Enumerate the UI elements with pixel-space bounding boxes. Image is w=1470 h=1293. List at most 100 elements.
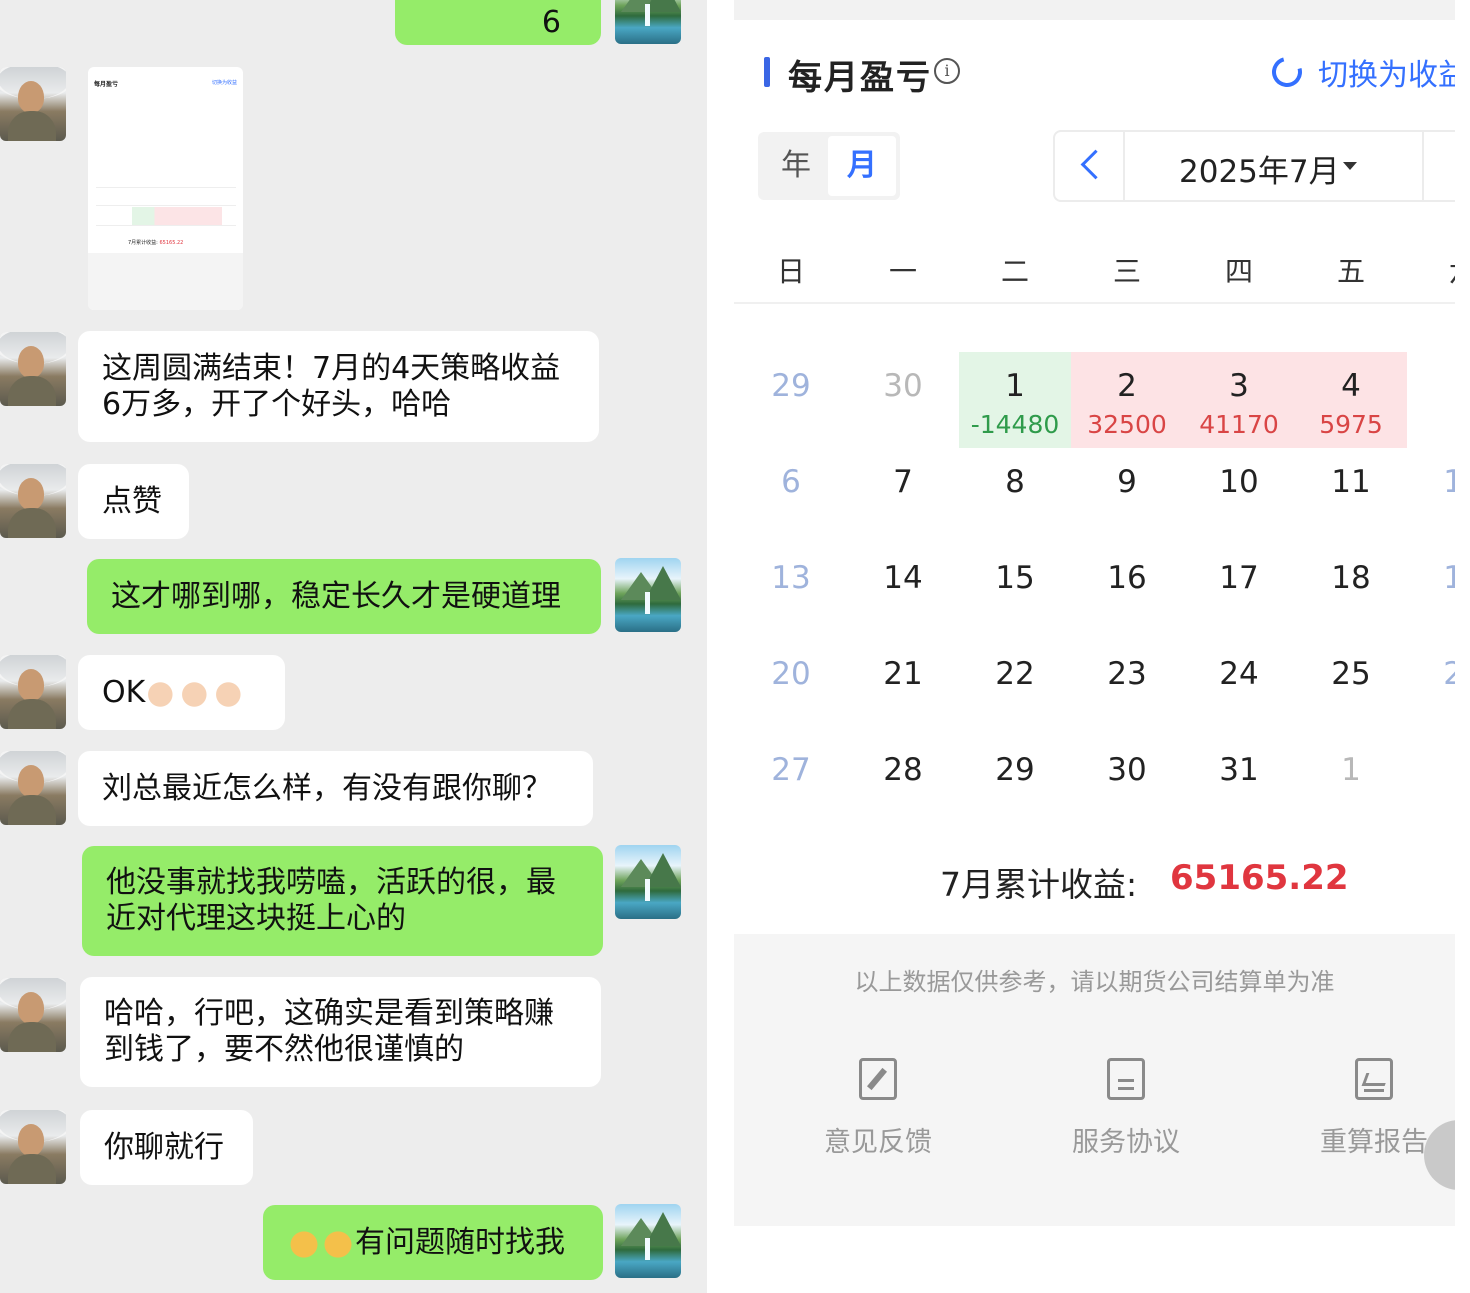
- day-number: 6: [781, 464, 801, 500]
- day-number: 22: [995, 656, 1035, 692]
- day-number: 18: [1331, 560, 1371, 596]
- switch-to-return-button[interactable]: 切换为收益: [1266, 50, 1455, 94]
- prev-month-button[interactable]: [1055, 132, 1125, 200]
- weekday-label: 三: [1112, 255, 1141, 288]
- calendar-day[interactable]: 21: [847, 640, 959, 736]
- contact-avatar[interactable]: [0, 978, 66, 1052]
- message-text: 这才哪到哪，稳定长久才是硬道理: [111, 578, 561, 614]
- segment-month[interactable]: 月: [828, 136, 896, 196]
- calendar-day[interactable]: 11: [1295, 448, 1407, 544]
- my-avatar[interactable]: [615, 558, 681, 632]
- service-agreement-label: 服务协议: [1072, 1127, 1180, 1158]
- chat-bubble-sent[interactable]: 这才哪到哪，稳定长久才是硬道理: [87, 559, 601, 634]
- calendar-day[interactable]: 26: [1407, 640, 1455, 736]
- my-avatar[interactable]: [615, 0, 681, 44]
- service-agreement-button[interactable]: 服务协议: [1046, 1058, 1206, 1159]
- calendar-day[interactable]: 29: [735, 352, 847, 448]
- calendar-day[interactable]: 13: [735, 544, 847, 640]
- calendar-day[interactable]: 27: [735, 736, 847, 832]
- day-number: 12: [1443, 464, 1455, 500]
- day-number: 19: [1443, 560, 1455, 596]
- calendar-day[interactable]: 18: [1295, 544, 1407, 640]
- weekday-label: 二: [1000, 255, 1029, 288]
- info-circle-icon[interactable]: i: [934, 58, 960, 84]
- calendar-day[interactable]: 8: [959, 448, 1071, 544]
- message-text: 这周圆满结束！7月的4天策略收益 6万多，开了个好头，哈哈: [102, 350, 561, 422]
- thumb-title: 每月盈亏: [94, 81, 119, 88]
- calendar-day[interactable]: 5: [1407, 352, 1455, 448]
- my-avatar[interactable]: [615, 1204, 681, 1278]
- screenshot-thumbnail[interactable]: 每月盈亏 切换为收益 7月累计收益: 65165.22: [88, 67, 243, 310]
- message-text: 他没事就找我唠嗑，活跃的很，最 近对代理这块挺上心的: [106, 865, 556, 936]
- month-picker-label[interactable]: 2025年7月: [1179, 146, 1340, 191]
- chat-bubble-partial[interactable]: 6: [395, 0, 601, 45]
- calendar-day[interactable]: 2: [1407, 736, 1455, 832]
- calendar-day[interactable]: 30: [847, 352, 959, 448]
- calendar-day[interactable]: 1: [1295, 736, 1407, 832]
- day-number: 28: [883, 752, 923, 788]
- day-number: 7: [893, 464, 913, 500]
- day-number: 10: [1219, 464, 1259, 500]
- my-avatar[interactable]: [615, 845, 681, 919]
- month-total-label: 7月累计收益:: [940, 865, 1138, 904]
- thumb-footer: [88, 253, 243, 310]
- day-number: 14: [883, 560, 923, 596]
- calendar-day[interactable]: 16: [1071, 544, 1183, 640]
- chat-bubble-sent[interactable]: 他没事就找我唠嗑，活跃的很，最 近对代理这块挺上心的: [82, 846, 603, 956]
- calendar-day[interactable]: 7: [847, 448, 959, 544]
- calendar-day[interactable]: 1 -14480: [959, 352, 1071, 448]
- day-number: 3: [1229, 368, 1249, 404]
- day-number: 8: [1005, 464, 1025, 500]
- calendar-day[interactable]: 24: [1183, 640, 1295, 736]
- thumb-pnl-cells: [132, 207, 222, 225]
- chat-bubble-received[interactable]: 这周圆满结束！7月的4天策略收益 6万多，开了个好头，哈哈: [78, 331, 599, 442]
- chat-bubble-received[interactable]: 你聊就行: [80, 1110, 253, 1185]
- chat-bubble-received[interactable]: 点赞: [78, 464, 189, 539]
- chat-bubble-received[interactable]: 哈哈，行吧，这确实是看到策略赚 到钱了，要不然他很谨慎的: [80, 977, 601, 1087]
- calendar-day[interactable]: 29: [959, 736, 1071, 832]
- calendar-day[interactable]: 15: [959, 544, 1071, 640]
- chat-bubble-received[interactable]: 刘总最近怎么样，有没有跟你聊？: [78, 751, 593, 826]
- contact-avatar[interactable]: [0, 655, 66, 729]
- day-number: 24: [1219, 656, 1259, 692]
- handshake-icon: [321, 1227, 355, 1258]
- switch-label: 切换为收益: [1318, 58, 1455, 93]
- calendar-day[interactable]: 6: [735, 448, 847, 544]
- calendar-day[interactable]: 17: [1183, 544, 1295, 640]
- day-number: 4: [1341, 368, 1361, 404]
- title-accent-bar: [764, 57, 770, 87]
- feedback-label: 意见反馈: [824, 1127, 932, 1158]
- calendar-day[interactable]: 14: [847, 544, 959, 640]
- calendar-day[interactable]: 31: [1183, 736, 1295, 832]
- contact-avatar[interactable]: [0, 464, 66, 538]
- calendar-day[interactable]: 23: [1071, 640, 1183, 736]
- contact-avatar[interactable]: [0, 1110, 66, 1184]
- next-month-button[interactable]: [1422, 132, 1455, 200]
- weekday-label: 一: [888, 255, 917, 288]
- day-number: 30: [1107, 752, 1147, 788]
- segment-year[interactable]: 年: [762, 132, 830, 200]
- caret-down-icon[interactable]: [1343, 162, 1357, 170]
- chat-bubble-sent[interactable]: 有问题随时找我: [263, 1205, 603, 1280]
- calendar-day[interactable]: 2 32500: [1071, 352, 1183, 448]
- calendar-day[interactable]: 3 41170: [1183, 352, 1295, 448]
- contact-avatar[interactable]: [0, 332, 66, 406]
- calendar-day[interactable]: 9: [1071, 448, 1183, 544]
- day-number: 26: [1443, 656, 1455, 692]
- calendar-day[interactable]: 12: [1407, 448, 1455, 544]
- calendar-day[interactable]: 20: [735, 640, 847, 736]
- feedback-button[interactable]: 意见反馈: [798, 1058, 958, 1159]
- calendar-day[interactable]: 30: [1071, 736, 1183, 832]
- calendar-day[interactable]: 25: [1295, 640, 1407, 736]
- clapping-hands-icon: [145, 677, 180, 708]
- calendar-day[interactable]: 10: [1183, 448, 1295, 544]
- calendar-day[interactable]: 28: [847, 736, 959, 832]
- chat-bubble-received[interactable]: OK: [78, 655, 285, 730]
- partial-text: 6: [541, 4, 561, 40]
- calendar-day[interactable]: 22: [959, 640, 1071, 736]
- day-number: 2: [1407, 752, 1455, 788]
- calendar-day[interactable]: 4 5975: [1295, 352, 1407, 448]
- contact-avatar[interactable]: [0, 67, 66, 141]
- calendar-day[interactable]: 19: [1407, 544, 1455, 640]
- contact-avatar[interactable]: [0, 751, 66, 825]
